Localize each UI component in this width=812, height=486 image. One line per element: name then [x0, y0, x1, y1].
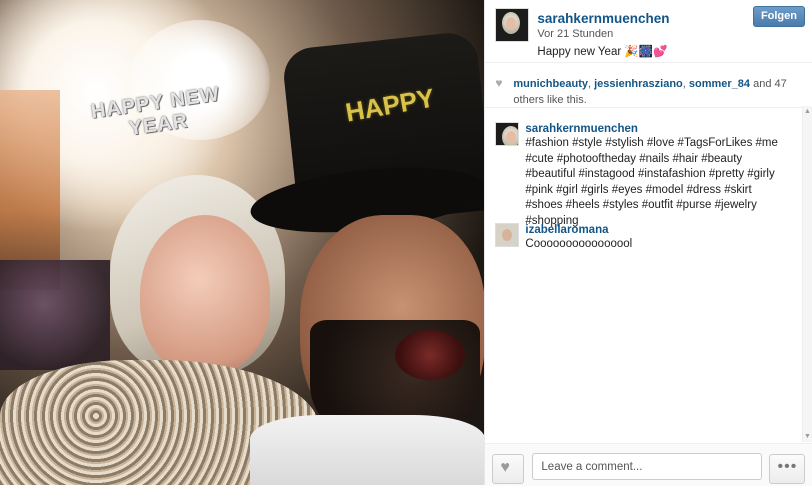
comment-body: sarahkernmuenchen #fashion #style #styli… [525, 122, 785, 229]
likes-text: munichbeauty, jessienhrasziano, sommer_8… [513, 76, 793, 108]
commenter-avatar[interactable] [495, 122, 520, 146]
author-username-link[interactable]: sarahkernmuenchen [537, 11, 669, 26]
comment-footer: ♥ ••• [485, 443, 812, 486]
comment-text: Coooooooooooooool [525, 238, 633, 250]
scroll-up-arrow-icon[interactable]: ▲ [804, 108, 811, 115]
liker-link[interactable]: jessienhrasziano [594, 78, 683, 90]
ellipsis-icon: ••• [777, 458, 798, 475]
heart-icon: ♥ [495, 76, 503, 90]
likes-section: ♥ munichbeauty, jessienhrasziano, sommer… [485, 63, 812, 108]
heart-icon: ♥ [500, 459, 510, 476]
scroll-down-arrow-icon[interactable]: ▼ [804, 433, 811, 440]
post-header: sarahkernmuenchen Vor 21 Stunden Happy n… [485, 0, 812, 63]
liker-link[interactable]: sommer_84 [689, 78, 750, 90]
comment-text: #fashion #style #stylish #love #TagsForL… [525, 137, 778, 227]
post-photo[interactable]: HAPPY NEW YEAR HAPPY [0, 0, 485, 485]
avatar-face [502, 229, 513, 241]
instagram-post-viewer: HAPPY NEW YEAR HAPPY sarahkernmuenchen V… [0, 0, 812, 486]
like-button[interactable]: ♥ [492, 454, 525, 484]
comment-item: sarahkernmuenchen #fashion #style #styli… [495, 122, 785, 229]
woman-face [140, 215, 270, 375]
commenter-avatar[interactable] [495, 223, 520, 247]
post-caption: Happy new Year 🎉🎆💕 [537, 46, 668, 58]
follow-button[interactable]: Folgen [752, 6, 805, 27]
comment-input[interactable] [532, 453, 763, 480]
commenter-username-link[interactable]: sarahkernmuenchen [525, 122, 785, 136]
comment-body: izabellaromana Coooooooooooooool [525, 223, 785, 253]
more-options-button[interactable]: ••• [769, 454, 806, 484]
post-timestamp: Vor 21 Stunden [537, 28, 614, 40]
liker-link[interactable]: munichbeauty [513, 78, 588, 90]
comment-item: izabellaromana Coooooooooooooool [495, 223, 785, 253]
man-shirt [250, 415, 485, 485]
comments-list: sarahkernmuenchen #fashion #style #styli… [485, 108, 812, 433]
author-avatar[interactable] [495, 8, 530, 42]
background-crowd [0, 260, 110, 370]
likes-and: and [750, 78, 775, 90]
likes-count[interactable]: 47 [775, 78, 787, 90]
man-mouth [395, 330, 465, 380]
post-side-panel: sarahkernmuenchen Vor 21 Stunden Happy n… [484, 0, 812, 486]
likes-suffix: others like this. [513, 94, 587, 106]
commenter-username-link[interactable]: izabellaromana [525, 223, 785, 237]
comments-scrollbar[interactable]: ▲ ▼ [802, 106, 812, 442]
